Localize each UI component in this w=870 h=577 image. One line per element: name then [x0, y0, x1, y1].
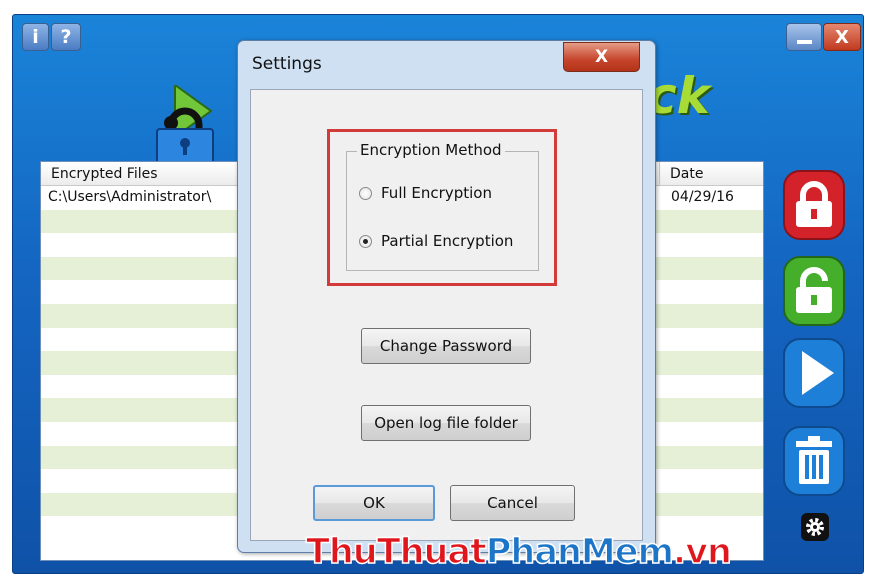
dialog-title: Settings — [252, 54, 322, 74]
close-button[interactable]: X — [823, 23, 861, 51]
help-button[interactable]: ? — [51, 23, 81, 51]
lock-icon[interactable] — [782, 169, 846, 241]
watermark-part-2: PhanMem — [485, 531, 675, 573]
minimize-icon — [796, 40, 812, 44]
radio-indicator[interactable] — [359, 186, 372, 200]
full-encryption-radio[interactable]: Full Encryption — [359, 184, 492, 202]
settings-dialog: Settings X Encryption Method Full Encryp… — [237, 40, 656, 553]
watermark: ThuThuatPhanMem.vn — [305, 531, 733, 573]
column-date[interactable]: Date — [659, 162, 763, 186]
close-icon: X — [835, 26, 849, 48]
radio-label: Partial Encryption — [381, 232, 514, 250]
group-legend: Encryption Method — [357, 141, 505, 159]
dialog-body: Encryption Method Full Encryption Partia… — [250, 89, 643, 541]
ok-button[interactable]: OK — [313, 485, 435, 521]
help-icon: ? — [60, 26, 72, 48]
unlock-icon[interactable] — [782, 255, 846, 327]
play-icon[interactable] — [782, 337, 846, 409]
watermark-part-3: .vn — [672, 531, 733, 573]
radio-label: Full Encryption — [381, 184, 492, 202]
trash-icon[interactable] — [782, 425, 846, 497]
info-button[interactable]: i — [22, 23, 49, 51]
minimize-button[interactable] — [786, 23, 822, 51]
brand-text: ck — [647, 67, 710, 125]
change-password-button[interactable]: Change Password — [361, 328, 531, 364]
radio-indicator[interactable] — [359, 234, 372, 248]
watermark-part-1: ThuThuat — [305, 531, 487, 573]
encryption-method-group: Encryption Method Full Encryption Partia… — [346, 141, 539, 271]
cancel-button[interactable]: Cancel — [450, 485, 575, 521]
file-path-cell: C:\Users\Administrator\ — [48, 189, 212, 205]
app-logo-icon — [156, 85, 214, 165]
dialog-close-button[interactable]: X — [563, 42, 640, 72]
open-log-folder-button[interactable]: Open log file folder — [361, 405, 531, 441]
date-cell: 04/29/16 — [671, 189, 734, 205]
gear-icon[interactable] — [801, 513, 829, 541]
close-icon: X — [594, 47, 609, 67]
partial-encryption-radio[interactable]: Partial Encryption — [359, 232, 513, 250]
column-encrypted-files[interactable]: Encrypted Files — [51, 166, 158, 182]
info-icon: i — [32, 26, 39, 48]
